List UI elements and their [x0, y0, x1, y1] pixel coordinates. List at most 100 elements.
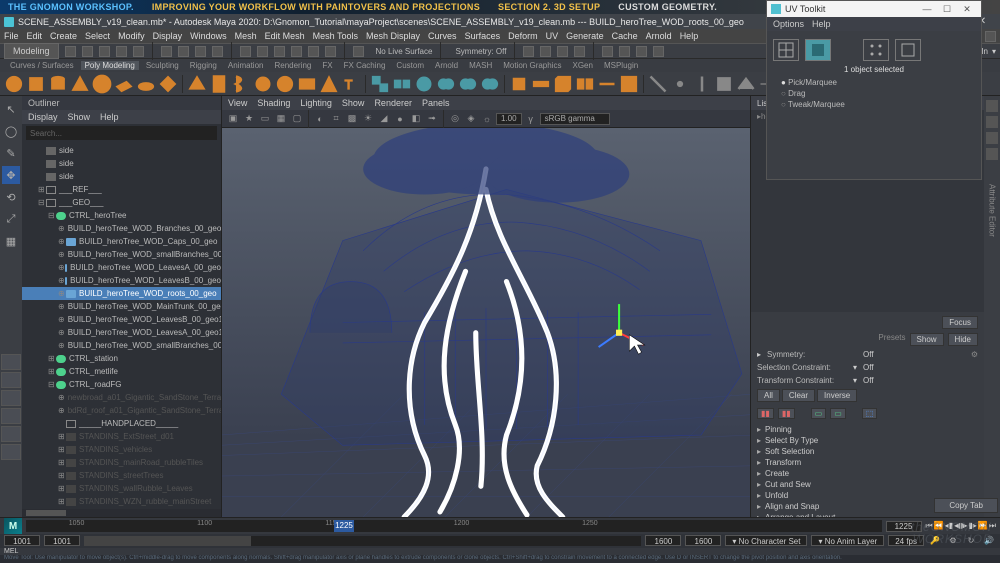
vp-show[interactable]: Show: [342, 98, 365, 108]
uv-sel-icon[interactable]: [895, 39, 921, 61]
symmetry-value[interactable]: Off: [863, 350, 874, 359]
vp-grid-icon[interactable]: ▦: [274, 112, 288, 126]
layout-uv-icon[interactable]: [1, 444, 21, 460]
menu-generate[interactable]: Generate: [566, 31, 604, 41]
shelf-tab-xgen[interactable]: XGen: [568, 61, 596, 70]
uv-to-face-icon[interactable]: ▭: [830, 408, 846, 419]
vp-shading[interactable]: Shading: [257, 98, 290, 108]
outliner-item[interactable]: ⊕BUILD_heroTree_WOD_LeavesA_00_geo1: [22, 326, 221, 339]
menu-set-selector[interactable]: Modeling: [4, 43, 59, 59]
outliner-item[interactable]: ⊟CTRL_heroTree: [22, 209, 221, 222]
uv-radio-pick-marquee[interactable]: Pick/Marquee: [781, 78, 975, 87]
menu-file[interactable]: File: [4, 31, 19, 41]
polycylinder-icon[interactable]: [48, 74, 68, 94]
outliner-item[interactable]: ⊕BUILD_heroTree_WOD_LeavesB_00_geo1: [22, 313, 221, 326]
vp-shade-icon[interactable]: ◐: [313, 112, 327, 126]
polysphere-icon[interactable]: [4, 74, 24, 94]
transconst-value[interactable]: Off: [863, 376, 874, 385]
bevel-icon[interactable]: [553, 74, 573, 94]
polytorus-icon[interactable]: [92, 74, 112, 94]
render-icon[interactable]: [602, 46, 613, 57]
paint-select-icon[interactable]: ✎: [2, 144, 20, 162]
polypyramid-icon[interactable]: [187, 74, 207, 94]
outliner-item[interactable]: ⊕newbroad_a01_Gigantic_SandStone_Terrain…: [22, 391, 221, 404]
smooth-icon[interactable]: [414, 74, 434, 94]
polypipe-icon[interactable]: [209, 74, 229, 94]
file-save-icon[interactable]: [99, 46, 110, 57]
outliner-item[interactable]: ⊕BUILD_heroTree_WOD_Branches_00_geo: [22, 222, 221, 235]
menu-mesh-tools[interactable]: Mesh Tools: [313, 31, 358, 41]
character-set-selector[interactable]: ▾ No Character Set: [725, 535, 807, 546]
menu-mesh-display[interactable]: Mesh Display: [366, 31, 420, 41]
target-weld-icon[interactable]: [670, 74, 690, 94]
viewport[interactable]: [222, 128, 750, 517]
uv-section-arrange-and-layout[interactable]: Arrange and Layout: [757, 513, 978, 517]
shelf-tab-fx[interactable]: FX: [318, 61, 336, 70]
outliner-search[interactable]: Search...: [26, 126, 217, 140]
anim-end-field[interactable]: 1600: [685, 535, 721, 546]
polydisc-icon[interactable]: [136, 74, 156, 94]
vp-ao-icon[interactable]: ●: [393, 112, 407, 126]
separate-icon[interactable]: [392, 74, 412, 94]
menu-deform[interactable]: Deform: [508, 31, 538, 41]
time-slider[interactable]: M 1050 1100 1150 1200 1250 1225 1225 ⏮ ⏪…: [0, 518, 1000, 534]
live-surface-status[interactable]: No Live Surface: [376, 47, 433, 56]
show-button[interactable]: Show: [910, 333, 944, 346]
render-icon[interactable]: [653, 46, 664, 57]
outliner-menu-display[interactable]: Display: [28, 112, 58, 122]
menu-modify[interactable]: Modify: [118, 31, 145, 41]
vp-aa-icon[interactable]: ◧: [409, 112, 423, 126]
uv-shrink-icon[interactable]: ▮▮: [778, 408, 795, 419]
uvkit-options[interactable]: Options: [773, 19, 804, 29]
uvkit-min-button[interactable]: —: [917, 4, 937, 14]
outliner-item[interactable]: side: [22, 170, 221, 183]
render-icon[interactable]: [636, 46, 647, 57]
outliner-scrollbar[interactable]: [22, 509, 221, 517]
last-tool-icon[interactable]: ▦: [2, 232, 20, 250]
layout-four-icon[interactable]: [1, 372, 21, 388]
uv-to-uv-icon[interactable]: ⬚: [862, 408, 878, 419]
mirror-icon[interactable]: [575, 74, 595, 94]
menu-windows[interactable]: Windows: [190, 31, 227, 41]
shelf-tab-animation[interactable]: Animation: [224, 61, 268, 70]
snap-icon[interactable]: [291, 46, 302, 57]
construction-icon[interactable]: [574, 46, 585, 57]
outliner-item[interactable]: side: [22, 157, 221, 170]
vp-image-plane-icon[interactable]: ▭: [258, 112, 272, 126]
vp-expose-icon[interactable]: ☼: [480, 112, 494, 126]
vp-shadow-icon[interactable]: ◢: [377, 112, 391, 126]
inverse-button[interactable]: Inverse: [817, 389, 857, 402]
booleans-icon[interactable]: [436, 74, 456, 94]
workspace-icon2[interactable]: [985, 31, 996, 42]
snap-icon[interactable]: [308, 46, 319, 57]
uvkit-close-button[interactable]: ✕: [957, 4, 977, 15]
outliner-item[interactable]: ⊕BUILD_heroTree_WOD_smallBranches_00_geo: [22, 248, 221, 261]
shelf-tab-motion-graphics[interactable]: Motion Graphics: [499, 61, 565, 70]
uv-grow-icon[interactable]: ▮▮: [757, 408, 774, 419]
construction-icon[interactable]: [557, 46, 568, 57]
booleans-icon[interactable]: [458, 74, 478, 94]
shelf-tab-arnold[interactable]: Arnold: [431, 61, 462, 70]
uv-sel-icon[interactable]: [863, 39, 889, 61]
outliner-item[interactable]: ⊞CTRL_station: [22, 352, 221, 365]
menu-uv[interactable]: UV: [546, 31, 559, 41]
vp-exposure-field[interactable]: 1.00: [496, 113, 522, 125]
layout-persp-icon[interactable]: [1, 408, 21, 424]
uv-section-create[interactable]: Create: [757, 469, 978, 478]
command-line[interactable]: MEL: [0, 548, 1000, 556]
outliner-item[interactable]: ⊞STANDINS_wallRubble_Leaves: [22, 482, 221, 495]
sel-mask-icon[interactable]: [195, 46, 206, 57]
vp-gamma-field[interactable]: sRGB gamma: [540, 113, 610, 125]
uv-section-soft-selection[interactable]: Soft Selection: [757, 447, 978, 456]
snap-icon[interactable]: [274, 46, 285, 57]
shelf-tab-custom[interactable]: Custom: [392, 61, 428, 70]
all-button[interactable]: All: [757, 389, 780, 402]
attribute-editor-tab-icon[interactable]: [986, 116, 998, 128]
hide-button[interactable]: Hide: [948, 333, 978, 346]
vp-tex-icon[interactable]: ▩: [345, 112, 359, 126]
outliner-item[interactable]: ⊕bdRd_roof_a01_Gigantic_SandStone_Terrai…: [22, 404, 221, 417]
menu-display[interactable]: Display: [153, 31, 183, 41]
menu-help[interactable]: Help: [680, 31, 699, 41]
sel-mask-icon[interactable]: [178, 46, 189, 57]
menu-surfaces[interactable]: Surfaces: [465, 31, 501, 41]
